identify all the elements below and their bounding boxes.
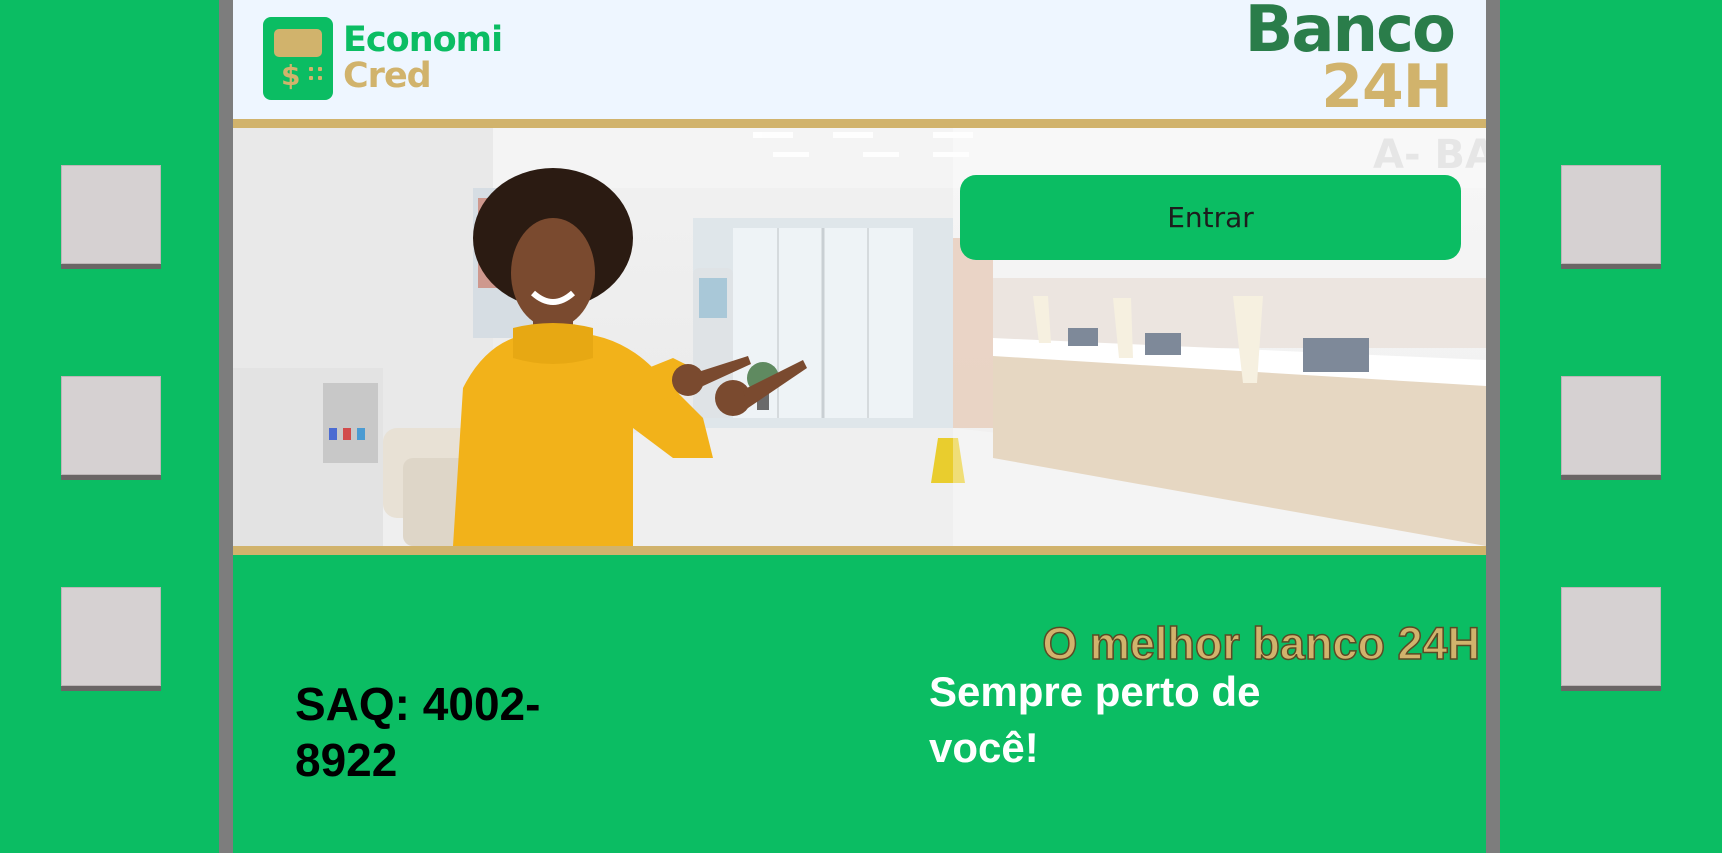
logo-text-cred: Cred <box>343 56 432 96</box>
atm-side-key-left-2[interactable] <box>61 376 161 475</box>
enter-button[interactable]: Entrar <box>960 175 1461 260</box>
header: $ Economi Cred Banco 24H <box>233 0 1486 122</box>
atm-screen: $ Economi Cred Banco 24H A- BA Entrar SA… <box>233 0 1486 853</box>
keypad-dots-icon <box>309 67 323 83</box>
saq-phone-number: SAQ: 4002-8922 <box>295 678 541 786</box>
atm-side-key-left-3[interactable] <box>61 587 161 686</box>
gold-divider-bottom <box>233 546 1486 555</box>
screen-bezel-right <box>1486 0 1500 853</box>
tagline-text: Sempre perto de você! <box>929 668 1261 771</box>
atm-side-key-right-3[interactable] <box>1561 587 1661 686</box>
atm-side-key-right-1[interactable] <box>1561 165 1661 264</box>
atm-side-key-right-2[interactable] <box>1561 376 1661 475</box>
atm-side-key-left-1[interactable] <box>61 165 161 264</box>
screen-bezel-left <box>219 0 233 853</box>
slogan-text: O melhor banco 24H <box>1042 617 1481 670</box>
atm-card-logo-icon: $ <box>263 17 333 100</box>
logo-dollar-sign: $ <box>281 59 301 92</box>
card-icon <box>274 29 322 57</box>
gold-divider-top <box>233 119 1486 128</box>
brand-title-24h: 24H <box>1321 52 1453 122</box>
logo-text-economi: Economi <box>343 20 503 60</box>
